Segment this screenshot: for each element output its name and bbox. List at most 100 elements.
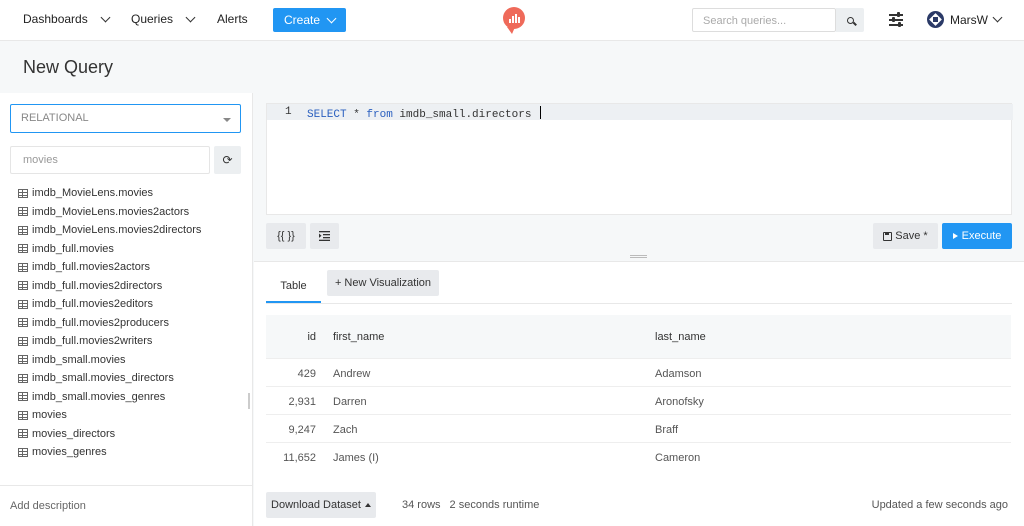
nav-alerts[interactable]: Alerts	[217, 12, 248, 26]
datasource-value: RELATIONAL	[21, 112, 89, 124]
schema-search-input[interactable]: movies	[10, 146, 210, 174]
table-row: 2,931 Darren Aronofsky	[266, 387, 1011, 415]
nav-dashboards[interactable]: Dashboards	[23, 12, 111, 26]
editor-resize-handle[interactable]	[630, 255, 647, 258]
table-header-row: id first_name last_name	[266, 315, 1011, 359]
add-parameter-button[interactable]: {{ }}	[266, 223, 306, 249]
table-icon	[18, 429, 28, 439]
result-meta: 34 rows 2 seconds runtime	[402, 499, 539, 511]
schema-table-item[interactable]: movies	[18, 406, 248, 425]
table-name: imdb_MovieLens.movies	[32, 187, 154, 200]
settings-sliders-icon[interactable]	[889, 12, 903, 27]
schema-table-item[interactable]: imdb_full.movies2editors	[18, 295, 248, 314]
schema-table-item[interactable]: movies_genres	[18, 443, 248, 462]
sql-code-line[interactable]: SELECT * from imdb_small.directors	[307, 106, 542, 121]
page-header	[0, 41, 1024, 93]
schema-table-item[interactable]: imdb_full.movies2writers	[18, 332, 248, 351]
cell-id: 429	[297, 368, 316, 380]
schema-table-item[interactable]: movies_directors	[18, 425, 248, 444]
sql-star: *	[346, 109, 367, 121]
top-navbar: Dashboards Queries Alerts Create Search …	[0, 0, 1024, 41]
table-icon	[18, 373, 28, 383]
line-number: 1	[285, 106, 292, 118]
cell-last-name: Adamson	[655, 368, 702, 380]
cell-first-name: Andrew	[333, 368, 371, 380]
cell-first-name: Darren	[333, 396, 367, 408]
schema-table-item[interactable]: imdb_full.movies2directors	[18, 277, 248, 296]
table-name: imdb_small.movies_directors	[32, 372, 174, 385]
table-name: movies_directors	[32, 427, 116, 440]
caret-down-icon	[223, 118, 231, 122]
table-name: imdb_small.movies_genres	[32, 390, 166, 403]
execute-button[interactable]: Execute	[942, 223, 1012, 249]
schema-table-item[interactable]: imdb_small.movies_directors	[18, 369, 248, 388]
table-icon	[18, 392, 28, 402]
schema-table-item[interactable]: imdb_MovieLens.movies2actors	[18, 203, 248, 222]
search-icon	[846, 16, 854, 24]
runtime: 2 seconds runtime	[449, 499, 540, 511]
indent-icon	[319, 231, 330, 241]
column-header-last-name[interactable]: last_name	[655, 331, 706, 343]
table-name: imdb_full.movies2actors	[32, 261, 150, 274]
caret-up-icon	[364, 503, 371, 507]
refresh-schema-button[interactable]: ⟳	[214, 146, 241, 174]
cell-id: 11,652	[283, 452, 316, 464]
schema-table-item[interactable]: imdb_full.movies	[18, 240, 248, 259]
table-icon	[18, 244, 28, 254]
sidebar-resize-handle[interactable]	[248, 393, 250, 409]
chevron-down-icon[interactable]	[100, 12, 111, 22]
redash-logo-icon[interactable]	[503, 7, 525, 34]
column-header-first-name[interactable]: first_name	[333, 331, 384, 343]
datasource-select[interactable]: RELATIONAL	[10, 104, 241, 133]
table-row: 9,247 Zach Braff	[266, 415, 1011, 443]
table-icon	[18, 447, 28, 457]
table-icon	[18, 225, 28, 235]
table-icon	[18, 262, 28, 272]
schema-table-item[interactable]: imdb_MovieLens.movies	[18, 184, 248, 203]
search-queries-input[interactable]: Search queries...	[692, 8, 836, 32]
table-icon	[18, 410, 28, 420]
column-header-id[interactable]: id	[266, 331, 316, 343]
floppy-disk-icon	[883, 231, 893, 241]
save-label: Save *	[895, 230, 928, 242]
results-table: id first_name last_name 429 Andrew Adams…	[266, 315, 1011, 470]
table-name: movies_genres	[32, 446, 107, 459]
schema-table-item[interactable]: imdb_MovieLens.movies2directors	[18, 221, 248, 240]
table-name: imdb_MovieLens.movies2actors	[32, 205, 190, 218]
query-editor[interactable]: 1 SELECT * from imdb_small.directors	[266, 103, 1013, 215]
save-button[interactable]: Save *	[873, 223, 938, 249]
schema-table-list: imdb_MovieLens.movies imdb_MovieLens.mov…	[18, 184, 248, 462]
sql-table: imdb_small.directors	[392, 109, 539, 121]
nav-queries[interactable]: Queries	[131, 12, 196, 26]
table-icon	[18, 336, 28, 346]
page-title[interactable]: New Query	[23, 57, 113, 78]
cell-id: 2,931	[288, 396, 316, 408]
schema-table-item[interactable]: imdb_full.movies2producers	[18, 314, 248, 333]
cell-last-name: Aronofsky	[655, 396, 704, 408]
download-dataset-button[interactable]: Download Dataset	[266, 492, 376, 518]
add-description-link[interactable]: Add description	[0, 485, 253, 526]
download-label: Download Dataset	[271, 499, 361, 511]
avatar	[927, 11, 944, 28]
chevron-down-icon[interactable]	[185, 12, 196, 22]
text-cursor	[540, 106, 542, 119]
table-name: imdb_full.movies	[32, 242, 114, 255]
table-name: imdb_full.movies2writers	[32, 335, 153, 348]
cell-first-name: Zach	[333, 424, 358, 436]
schema-table-item[interactable]: imdb_small.movies_genres	[18, 388, 248, 407]
row-count: 34 rows	[402, 499, 441, 511]
format-query-button[interactable]	[310, 223, 339, 249]
cell-first-name: James (I)	[333, 452, 379, 464]
table-name: imdb_full.movies2editors	[32, 298, 154, 311]
search-button[interactable]	[836, 8, 864, 32]
parameter-label: {{ }}	[277, 230, 295, 242]
tab-divider	[266, 303, 1012, 304]
create-button[interactable]: Create	[273, 8, 346, 32]
schema-table-item[interactable]: imdb_small.movies	[18, 351, 248, 370]
schema-table-item[interactable]: imdb_full.movies2actors	[18, 258, 248, 277]
user-menu[interactable]: MarsW	[927, 11, 1003, 28]
new-visualization-button[interactable]: + New Visualization	[327, 270, 439, 296]
nav-alerts-label: Alerts	[217, 12, 248, 26]
table-name: movies	[32, 409, 67, 422]
tab-table[interactable]: Table	[266, 270, 321, 303]
